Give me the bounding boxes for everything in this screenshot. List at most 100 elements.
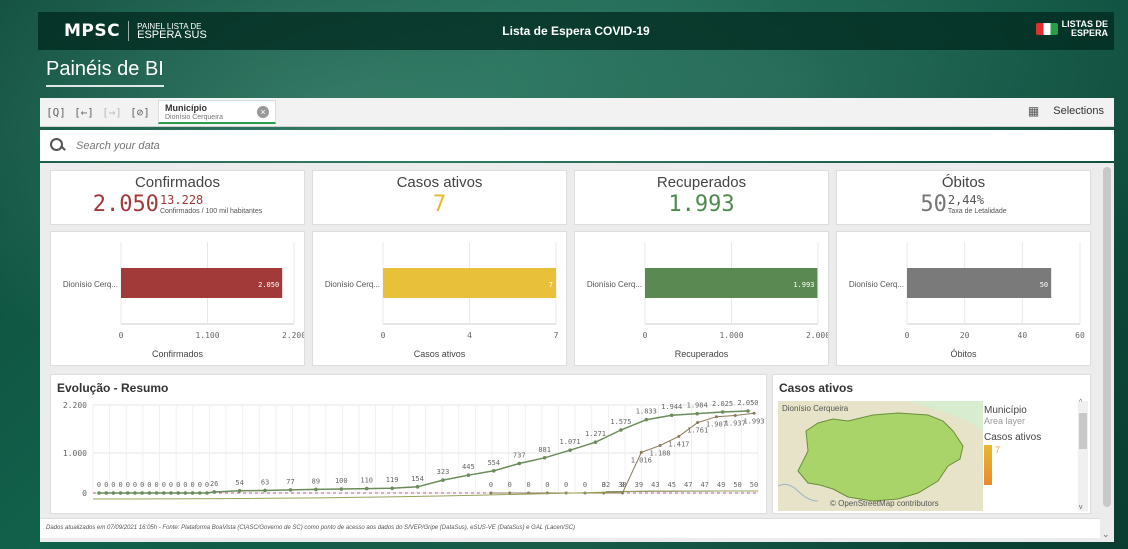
bar-chart-svg: 0 1.100 2.200 Dionísio Cerq... 2.050 [63, 242, 306, 340]
bar-chart-casos-ativos[interactable]: 0 4 7 Dionísio Cerq... 7 Casos ativos [312, 231, 567, 366]
map-attribution[interactable]: © OpenStreetMap contributors [830, 499, 939, 508]
point-confirmados[interactable] [441, 478, 445, 482]
search-input[interactable] [76, 139, 476, 152]
selection-chip-municipio[interactable]: Município Dionísio Cerqueira × [158, 100, 276, 124]
point-confirmados[interactable] [619, 428, 623, 432]
map-panel[interactable]: Casos ativos Dionísio Cerqueira © OpenSt… [772, 374, 1091, 514]
evolucao-chart-panel[interactable]: Evolução - Resumo 2.200 1.000 0 0 0 0 0 0 0 0 0 0 0 0… [50, 374, 767, 514]
logo-subtitle: PAINEL LISTA DE ESPERA SUS [137, 22, 207, 41]
kpi-value: 1.993 [668, 192, 735, 217]
point-confirmados[interactable] [415, 485, 420, 489]
point-recuperados[interactable] [752, 411, 756, 415]
tick-label: 2.200 [282, 331, 304, 340]
scroll-up-icon[interactable]: ^ [1079, 399, 1082, 406]
point-confirmados[interactable] [314, 487, 318, 492]
point-confirmados[interactable] [212, 490, 216, 494]
data-label-obitos: 45 [668, 481, 676, 489]
point-confirmados[interactable] [133, 491, 137, 495]
point-recuperados[interactable] [733, 414, 737, 418]
listas-de-espera-logo[interactable]: LISTAS DE ESPERA [1035, 20, 1108, 38]
chevron-down-icon[interactable]: ⌄ [1102, 529, 1110, 540]
point-confirmados[interactable] [183, 491, 188, 495]
mpsc-logo[interactable]: MPSC PAINEL LISTA DE ESPERA SUS [64, 21, 207, 41]
point-recuperados[interactable] [714, 415, 718, 419]
map-legend-scrollbar[interactable]: ^ v [1078, 399, 1088, 511]
selections-button[interactable]: ▦ Selections [1028, 104, 1104, 118]
point-confirmados[interactable] [176, 491, 180, 495]
kpi-confirmados[interactable]: Confirmados 2.050 13.228 Confirmados / 1… [50, 170, 305, 225]
data-label-confirmados: 2.050 [737, 399, 758, 407]
data-label-recuperados: 0 [526, 481, 530, 489]
bar-chart-confirmados[interactable]: 0 1.100 2.200 Dionísio Cerq... 2.050 Confirm… [50, 231, 306, 366]
scroll-down-icon[interactable]: v [1079, 504, 1083, 511]
point-confirmados[interactable] [154, 491, 159, 495]
close-icon[interactable]: × [257, 106, 269, 118]
point-confirmados[interactable] [205, 491, 209, 495]
map-area[interactable]: Dionísio Cerqueira © OpenStreetMap contr… [778, 401, 983, 511]
kpi-casos-ativos[interactable]: Casos ativos 7 [312, 170, 567, 225]
point-confirmados[interactable] [542, 455, 547, 460]
point-confirmados[interactable] [263, 488, 267, 493]
point-confirmados[interactable] [492, 469, 496, 473]
data-label-confirmados: 1.944 [661, 403, 682, 411]
point-confirmados[interactable] [644, 417, 649, 422]
legend-measure: Casos ativos [984, 432, 1042, 443]
tick-label: 2.000 [806, 331, 828, 340]
point-confirmados[interactable] [568, 448, 572, 452]
bar[interactable] [907, 268, 1052, 298]
kpi-obitos[interactable]: Óbitos 50 2,44% Taxa de Letalidade [836, 170, 1091, 225]
point-confirmados[interactable] [669, 413, 674, 418]
tick-label: 1.000 [719, 331, 743, 340]
data-label-obitos: 39 [635, 481, 643, 489]
point-confirmados[interactable] [237, 489, 242, 493]
search-icon[interactable] [50, 137, 66, 154]
sheet-scroll-thumb[interactable] [1103, 167, 1111, 507]
step-back-icon[interactable]: [←] [72, 102, 96, 122]
point-confirmados[interactable] [111, 491, 116, 495]
point-confirmados[interactable] [190, 491, 195, 495]
data-label-confirmados: 881 [538, 446, 551, 454]
bar[interactable] [383, 268, 556, 298]
point-recuperados[interactable] [639, 450, 643, 454]
point-confirmados[interactable] [169, 491, 173, 495]
bar-axis-title: Recuperados [674, 349, 729, 359]
point-recuperados[interactable] [489, 491, 493, 495]
point-confirmados[interactable] [466, 473, 471, 477]
point-recuperados[interactable] [696, 421, 700, 425]
point-confirmados[interactable] [390, 486, 394, 491]
logo-divider [128, 21, 130, 41]
smart-search-icon[interactable]: [Q] [44, 102, 68, 122]
kpi-sup-note: Confirmados / 100 mil habitantes [159, 208, 263, 215]
point-recuperados[interactable] [677, 434, 681, 438]
tick-label: 20 [960, 331, 970, 340]
logo-subtitle-line2: ESPERA SUS [137, 29, 207, 41]
kpi-recuperados[interactable]: Recuperados 1.993 [574, 170, 829, 225]
bar[interactable] [645, 268, 818, 298]
point-confirmados[interactable] [126, 491, 130, 495]
point-confirmados[interactable] [162, 491, 166, 495]
point-confirmados[interactable] [695, 411, 699, 416]
point-confirmados[interactable] [339, 487, 344, 491]
point-confirmados[interactable] [517, 461, 522, 466]
point-recuperados[interactable] [658, 443, 662, 447]
point-confirmados[interactable] [364, 486, 369, 491]
point-confirmados[interactable] [140, 491, 144, 495]
point-confirmados[interactable] [198, 491, 202, 495]
tick-label: 1.100 [195, 331, 219, 340]
map-legend-scroll-thumb[interactable] [1079, 413, 1087, 449]
step-forward-icon[interactable]: [→] [100, 102, 124, 122]
evolucao-line-chart: 2.2001.00000 0 0 0 0 0 0 0 0 0 0 0 0 0 0 0 26 54 63 77 89 100… [63, 399, 765, 500]
point-confirmados[interactable] [720, 410, 725, 414]
point-confirmados[interactable] [288, 488, 293, 492]
point-confirmados[interactable] [746, 409, 750, 413]
point-confirmados[interactable] [147, 491, 152, 495]
sheet-scrollbar[interactable]: ⌄ [1100, 163, 1114, 542]
point-confirmados[interactable] [97, 491, 101, 495]
clear-all-icon[interactable]: [⊘] [128, 102, 152, 122]
bar-chart-recuperados[interactable]: 0 1.000 2.000 Dionísio Cerq... 1.993 Recuper… [574, 231, 830, 366]
point-confirmados[interactable] [593, 440, 598, 444]
point-confirmados[interactable] [118, 491, 123, 495]
data-label-recuperados: 0 [508, 481, 512, 489]
bar-chart-obitos[interactable]: 0 20 40 60 Dionísio Cerq... 50 Óbitos [836, 231, 1091, 366]
point-confirmados[interactable] [104, 491, 108, 495]
